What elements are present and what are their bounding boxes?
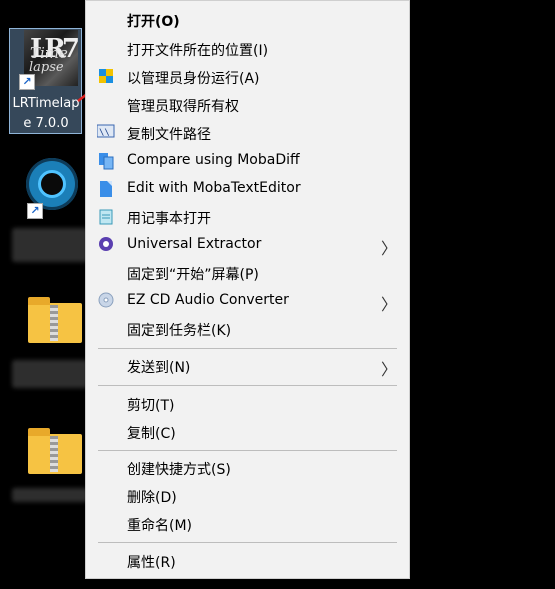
menu-item-label: 用记事本打开	[127, 211, 211, 227]
chevron-right-icon: 〉	[380, 295, 397, 314]
menu-item-copy[interactable]: 复制(C)	[86, 419, 409, 445]
menu-item-label: Universal Extractor	[127, 236, 262, 252]
menu-item-cut[interactable]: 剪切(T)	[86, 391, 409, 417]
menu-item-ez-cd-audio-converter[interactable]: EZ CD Audio Converter 〉	[86, 288, 409, 314]
menu-item-label: 属性(R)	[127, 555, 176, 571]
menu-item-label: 创建快捷方式(S)	[127, 462, 231, 478]
menu-item-label: 重命名(M)	[127, 518, 193, 534]
mobadiff-icon	[97, 152, 115, 170]
menu-item-label: 删除(D)	[127, 490, 177, 506]
notepad-icon	[97, 208, 115, 226]
menu-item-mobatexteditor[interactable]: Edit with MobaTextEditor	[86, 176, 409, 202]
menu-item-pin-start[interactable]: 固定到“开始”屏幕(P)	[86, 260, 409, 286]
chevron-right-icon: 〉	[380, 239, 397, 258]
menu-item-rename[interactable]: 重命名(M)	[86, 511, 409, 537]
menu-item-label: 打开文件所在的位置(I)	[127, 43, 269, 59]
menu-separator	[98, 542, 397, 543]
chevron-right-icon: 〉	[380, 360, 397, 379]
menu-item-open-notepad[interactable]: 用记事本打开	[86, 204, 409, 230]
menu-separator	[98, 348, 397, 349]
shield-icon	[97, 68, 115, 86]
menu-item-label: 以管理员身份运行(A)	[127, 71, 260, 87]
menu-item-universal-extractor[interactable]: Universal Extractor 〉	[86, 232, 409, 258]
menu-item-open-file-location[interactable]: 打开文件所在的位置(I)	[86, 36, 409, 62]
copy-path-icon: \\	[96, 124, 115, 142]
context-menu: 打开(O) 打开文件所在的位置(I) 以管理员身份运行(A) 管理员取得所有权 …	[85, 0, 410, 579]
menu-item-label: 打开(O)	[127, 14, 180, 30]
menu-item-copy-path[interactable]: \\ 复制文件路径	[86, 120, 409, 146]
menu-item-label: 固定到“开始”屏幕(P)	[127, 267, 259, 283]
menu-item-open[interactable]: 打开(O)	[86, 7, 409, 33]
menu-item-label: 固定到任务栏(K)	[127, 323, 232, 339]
menu-item-label: 发送到(N)	[127, 360, 191, 376]
universal-extractor-icon	[97, 236, 115, 254]
menu-item-create-shortcut[interactable]: 创建快捷方式(S)	[86, 455, 409, 481]
cd-icon	[97, 292, 115, 310]
menu-item-label: 管理员取得所有权	[127, 99, 239, 115]
mobatexteditor-icon	[97, 180, 115, 198]
menu-item-label: 剪切(T)	[127, 398, 175, 414]
menu-item-run-as-admin[interactable]: 以管理员身份运行(A)	[86, 64, 409, 90]
menu-separator	[98, 450, 397, 451]
menu-item-label: 复制文件路径	[127, 127, 211, 143]
menu-item-label: 复制(C)	[127, 426, 176, 442]
menu-item-label: Compare using MobaDiff	[127, 152, 300, 168]
menu-item-delete[interactable]: 删除(D)	[86, 483, 409, 509]
svg-text:\\: \\	[99, 128, 110, 138]
menu-item-send-to[interactable]: 发送到(N) 〉	[86, 353, 409, 379]
menu-item-pin-taskbar[interactable]: 固定到任务栏(K)	[86, 316, 409, 342]
menu-separator	[98, 385, 397, 386]
menu-item-properties[interactable]: 属性(R)	[86, 548, 409, 574]
menu-item-mobadiff[interactable]: Compare using MobaDiff	[86, 148, 409, 174]
menu-item-label: Edit with MobaTextEditor	[127, 180, 301, 196]
menu-item-take-ownership[interactable]: 管理员取得所有权	[86, 92, 409, 118]
menu-item-label: EZ CD Audio Converter	[127, 292, 289, 308]
